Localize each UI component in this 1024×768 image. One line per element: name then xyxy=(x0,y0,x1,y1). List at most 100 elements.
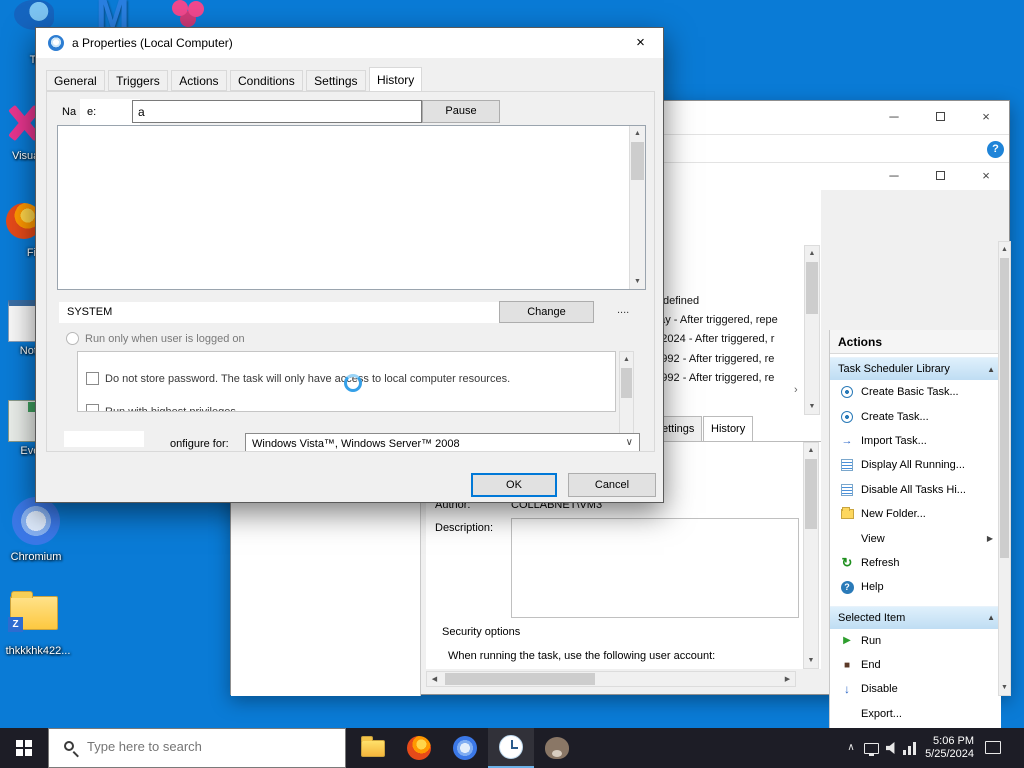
scroll-up-icon[interactable]: ▲ xyxy=(805,246,819,261)
listbox-scrollbar[interactable]: ▲ ▼ xyxy=(629,126,645,289)
scroll-thumb[interactable] xyxy=(621,368,632,398)
history-scrollbar[interactable]: ▲ ▼ xyxy=(804,245,820,415)
action-disable-all-tasks[interactable]: Disable All Tasks Hi... xyxy=(830,477,1001,502)
start-button[interactable] xyxy=(0,728,48,768)
tab-actions[interactable]: Actions xyxy=(171,70,227,91)
tab-general[interactable]: General xyxy=(46,70,105,91)
dialog-close-button[interactable]: × xyxy=(618,28,663,58)
cancel-button[interactable]: Cancel xyxy=(568,473,656,497)
taskbar-file-explorer[interactable] xyxy=(350,728,396,768)
do-not-store-password-checkbox[interactable] xyxy=(86,372,99,385)
actions-scrollbar[interactable]: ▲ ▼ xyxy=(998,241,1011,696)
action-label: Disable xyxy=(861,683,898,696)
account-value: SYSTEM xyxy=(67,306,113,318)
scroll-up-icon[interactable]: ▲ xyxy=(999,242,1010,257)
change-button[interactable]: Change xyxy=(499,301,594,323)
action-display-all-running[interactable]: Display All Running... xyxy=(830,453,1001,478)
taskbar-task-scheduler[interactable] xyxy=(488,728,534,768)
volume-tray-icon[interactable] xyxy=(886,742,895,754)
scroll-right-icon[interactable]: ▶ xyxy=(780,672,795,686)
display-tray-icon[interactable] xyxy=(864,743,879,756)
action-end[interactable]: ■ End xyxy=(830,652,1001,678)
chromium-icon[interactable] xyxy=(12,497,60,545)
action-run[interactable]: ▶ Run xyxy=(830,628,1001,653)
dropdown-icon: ∨ xyxy=(625,437,633,448)
action-create-task[interactable]: Create Task... xyxy=(830,404,1001,429)
scroll-down-icon[interactable]: ▼ xyxy=(630,274,645,289)
zip-folder-icon[interactable]: Z xyxy=(8,591,58,632)
taskbar-firefox[interactable] xyxy=(396,728,442,768)
help-button[interactable]: ? xyxy=(987,141,1004,158)
action-help[interactable]: ? Help xyxy=(830,575,1001,600)
tab-triggers[interactable]: Triggers xyxy=(108,70,168,91)
tab-history[interactable]: History xyxy=(368,67,423,91)
scroll-thumb[interactable] xyxy=(806,262,818,314)
scroll-up-icon[interactable]: ▲ xyxy=(620,352,633,367)
network-tray-icon[interactable] xyxy=(903,742,917,755)
action-import-task[interactable]: → Import Task... xyxy=(830,428,1001,454)
taskbar-chromium[interactable] xyxy=(442,728,488,768)
scroll-left-icon[interactable]: ◀ xyxy=(427,672,442,686)
taskbar-clock[interactable]: 5:06 PM 5/25/2024 xyxy=(918,735,974,761)
history-row[interactable]: 1/1992 - After triggered, re xyxy=(646,372,774,384)
history-row[interactable]: day - After triggered, repe xyxy=(653,314,778,326)
tab-history[interactable]: History xyxy=(703,416,754,441)
run-logged-on-radio[interactable] xyxy=(66,332,79,345)
scroll-thumb[interactable] xyxy=(445,673,595,685)
scroll-down-icon[interactable]: ▼ xyxy=(804,653,818,668)
action-refresh[interactable]: ↻ Refresh xyxy=(830,550,1001,576)
history-row[interactable]: 1/1992 - After triggered, re xyxy=(646,353,774,365)
run-icon: ▶ xyxy=(843,635,851,647)
desktop-icon-label-folder[interactable]: thkkkhk422... xyxy=(0,645,78,658)
highest-privileges-checkbox[interactable] xyxy=(86,404,99,411)
actions-group-selected-item[interactable]: Selected Item ▲ xyxy=(830,605,1001,629)
action-center-icon[interactable] xyxy=(985,741,1001,754)
history-row[interactable]: defined xyxy=(663,295,699,307)
more-label[interactable]: .... xyxy=(617,304,629,316)
search-input[interactable] xyxy=(87,739,327,754)
close-button[interactable]: × xyxy=(963,103,1009,131)
description-field[interactable] xyxy=(511,518,799,618)
horizontal-scrollbar[interactable]: ◀ ▶ xyxy=(426,671,796,687)
dialog-titlebar[interactable]: a Properties (Local Computer) × xyxy=(36,28,663,58)
action-export[interactable]: Export... xyxy=(830,701,1001,727)
maximize-button[interactable] xyxy=(917,163,963,189)
tab-conditions[interactable]: Conditions xyxy=(230,70,303,91)
actions-group-task-scheduler-library[interactable]: Task Scheduler Library ▲ xyxy=(830,357,1001,380)
scroll-thumb[interactable] xyxy=(805,459,817,529)
import-task-icon: → xyxy=(841,434,853,447)
tray-expand-button[interactable]: ∧ xyxy=(840,728,862,768)
thunderbird-icon[interactable] xyxy=(14,0,54,30)
action-new-folder[interactable]: New Folder... xyxy=(830,501,1001,527)
action-view[interactable]: View ▶ xyxy=(830,526,1001,551)
scroll-down-icon[interactable]: ▼ xyxy=(999,680,1010,695)
taskbar-search[interactable] xyxy=(48,728,346,768)
maximize-button[interactable] xyxy=(917,103,963,131)
name-input[interactable] xyxy=(132,100,422,123)
close-button[interactable]: × xyxy=(963,163,1009,189)
scroll-up-icon[interactable]: ▲ xyxy=(630,126,645,141)
collapse-icon[interactable]: ▲ xyxy=(987,613,995,622)
pause-button[interactable]: Pause xyxy=(422,100,500,123)
collapse-icon[interactable]: ▲ xyxy=(987,365,995,374)
history-listbox[interactable]: ▲ ▼ xyxy=(57,125,646,290)
ok-button[interactable]: OK xyxy=(471,473,557,497)
display-all-running-icon xyxy=(841,459,853,472)
detail-scrollbar[interactable]: ▲ ▼ xyxy=(803,442,819,669)
minimize-button[interactable]: ─ xyxy=(871,163,917,189)
action-disable[interactable]: ↓ Disable xyxy=(830,677,1001,702)
taskbar-gimp[interactable] xyxy=(534,728,580,768)
action-create-basic-task[interactable]: Create Basic Task... xyxy=(830,380,1001,405)
tab-settings[interactable]: Settings xyxy=(306,70,366,91)
scroll-down-icon[interactable]: ▼ xyxy=(805,399,819,414)
flower-app-icon[interactable] xyxy=(172,0,188,16)
history-row[interactable]: 24/2024 - After triggered, r xyxy=(646,333,774,345)
configure-for-combo[interactable]: Windows Vista™, Windows Server™ 2008 ∨ xyxy=(245,433,640,451)
expander-icon[interactable]: › xyxy=(794,384,798,396)
minimize-button[interactable]: ─ xyxy=(871,103,917,131)
create-basic-task-icon xyxy=(841,386,853,399)
scroll-thumb[interactable] xyxy=(1000,258,1009,558)
desktop-icon-label-chromium[interactable]: Chromium xyxy=(0,551,72,564)
scroll-thumb[interactable] xyxy=(631,142,644,180)
scroll-up-icon[interactable]: ▲ xyxy=(804,443,818,458)
